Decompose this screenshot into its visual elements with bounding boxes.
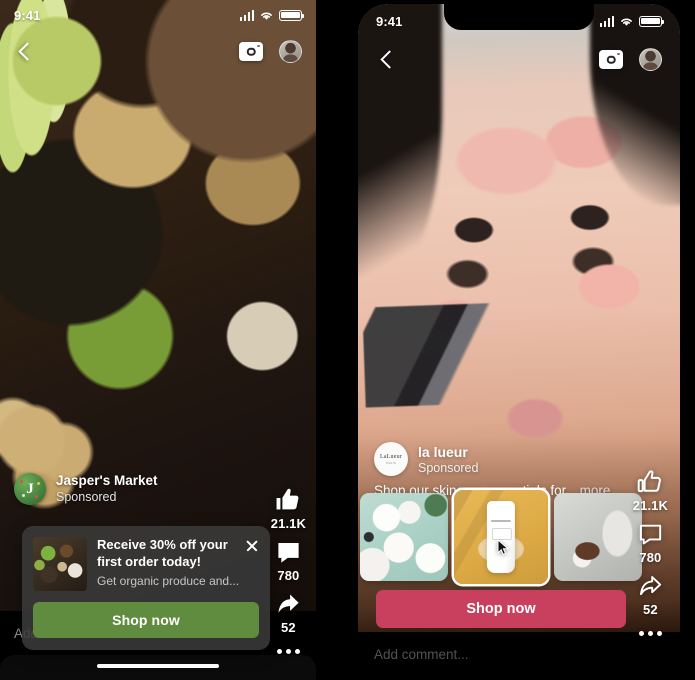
left-top-nav xyxy=(0,40,316,63)
promo-subtitle: Get organic produce and... xyxy=(97,574,240,588)
device-notch xyxy=(444,4,594,30)
like-count: 21.1K xyxy=(632,498,668,513)
left-phone-mockup: 9:41 21.1K 780 52 J Jasper's Market Spon… xyxy=(0,0,316,680)
wifi-icon xyxy=(621,18,632,26)
left-profile-text: Jasper's Market Sponsored xyxy=(56,473,158,505)
left-video-media[interactable] xyxy=(0,0,316,611)
camera-icon[interactable] xyxy=(599,50,623,69)
left-action-rail: 21.1K 780 52 xyxy=(271,486,306,654)
battery-icon xyxy=(279,9,305,21)
right-cta-wrap: Shop now xyxy=(376,590,626,628)
more-options-icon[interactable] xyxy=(276,649,300,654)
share-action[interactable]: 52 xyxy=(275,591,302,635)
mouse-cursor-icon xyxy=(497,538,510,555)
promo-card: Receive 30% off your first order today! … xyxy=(22,526,270,650)
shop-now-button[interactable]: Shop now xyxy=(33,602,259,638)
promo-thumbnail xyxy=(33,537,87,591)
right-profile-text: la lueur Sponsored xyxy=(418,444,478,475)
home-indicator xyxy=(97,663,219,668)
shop-now-button[interactable]: Shop now xyxy=(376,590,626,628)
left-sponsor-profile[interactable]: J Jasper's Market Sponsored xyxy=(14,473,158,505)
share-action[interactable]: 52 xyxy=(637,573,664,617)
comment-count: 780 xyxy=(639,550,662,565)
left-phone-screen: 9:41 21.1K 780 52 J Jasper's Market Spon… xyxy=(0,0,316,680)
battery-icon xyxy=(639,15,665,27)
sponsored-label: Sponsored xyxy=(418,460,479,475)
sponsor-name: la lueur xyxy=(418,443,468,460)
carousel-card[interactable] xyxy=(554,493,642,581)
brand-avatar-monogram: J xyxy=(26,480,34,497)
comment-action[interactable]: 780 xyxy=(275,539,302,583)
sponsor-name: Jasper's Market xyxy=(56,473,158,489)
cellular-signal-icon xyxy=(599,15,614,27)
status-time: 9:41 xyxy=(14,7,41,23)
like-action[interactable]: 21.1K xyxy=(271,486,306,531)
status-icons xyxy=(599,15,665,27)
thumbs-up-filled-icon xyxy=(276,488,299,510)
comment-outline-icon xyxy=(639,524,662,545)
right-nav-right-group xyxy=(599,48,662,71)
carousel-card[interactable] xyxy=(360,493,448,581)
left-nav-right-group xyxy=(239,40,302,63)
comment-count: 780 xyxy=(277,568,300,583)
brand-avatar: LaLueur PARIS xyxy=(374,442,408,476)
right-phone-mockup: 9:41 21.1K 780 52 LaLueur PARIS la lueur… xyxy=(358,4,680,676)
brand-avatar-wordmark: LaLueur xyxy=(379,453,403,460)
back-button[interactable] xyxy=(376,49,398,71)
camera-icon[interactable] xyxy=(239,42,263,61)
share-count: 52 xyxy=(281,620,296,635)
right-top-nav xyxy=(358,48,680,71)
food-photo-background xyxy=(0,0,316,611)
brand-avatar-subtext: PARIS xyxy=(385,460,397,465)
product-tube-shape xyxy=(486,501,516,573)
brand-avatar: J xyxy=(14,473,46,505)
share-outline-icon xyxy=(639,576,662,596)
close-icon[interactable] xyxy=(244,537,260,553)
comment-action[interactable]: 780 xyxy=(637,521,664,565)
share-filled-icon xyxy=(278,594,299,613)
status-icons xyxy=(239,9,305,21)
thumbs-up-outline-icon xyxy=(638,470,662,493)
right-sponsor-profile[interactable]: LaLueur PARIS la lueur Sponsored xyxy=(374,442,478,476)
wifi-icon xyxy=(261,12,272,20)
like-action[interactable]: 21.1K xyxy=(633,468,668,513)
right-action-rail: 21.1K 780 52 xyxy=(633,468,668,636)
promo-copy: Receive 30% off your first order today! … xyxy=(97,537,259,591)
right-phone-screen: 9:41 21.1K 780 52 LaLueur PARIS la lueur… xyxy=(358,4,680,676)
product-carousel[interactable] xyxy=(360,490,642,584)
like-count: 21.1K xyxy=(270,516,306,531)
cellular-signal-icon xyxy=(239,9,254,21)
promo-title: Receive 30% off your first order today! xyxy=(97,537,228,569)
left-status-bar: 9:41 xyxy=(0,0,316,30)
screenshot-stage: 9:41 21.1K 780 52 J Jasper's Market Spon… xyxy=(0,0,695,680)
makeup-brush-shape xyxy=(362,302,515,409)
status-time: 9:41 xyxy=(376,13,403,29)
promo-card-top: Receive 30% off your first order today! … xyxy=(33,537,259,591)
comment-filled-icon xyxy=(278,543,299,563)
share-count: 52 xyxy=(643,602,658,617)
sponsored-label: Sponsored xyxy=(56,489,117,504)
more-options-icon[interactable] xyxy=(638,631,662,636)
back-button[interactable] xyxy=(14,41,36,63)
profile-avatar-icon[interactable] xyxy=(639,48,662,71)
carousel-card[interactable] xyxy=(454,490,548,584)
profile-avatar-icon[interactable] xyxy=(279,40,302,63)
